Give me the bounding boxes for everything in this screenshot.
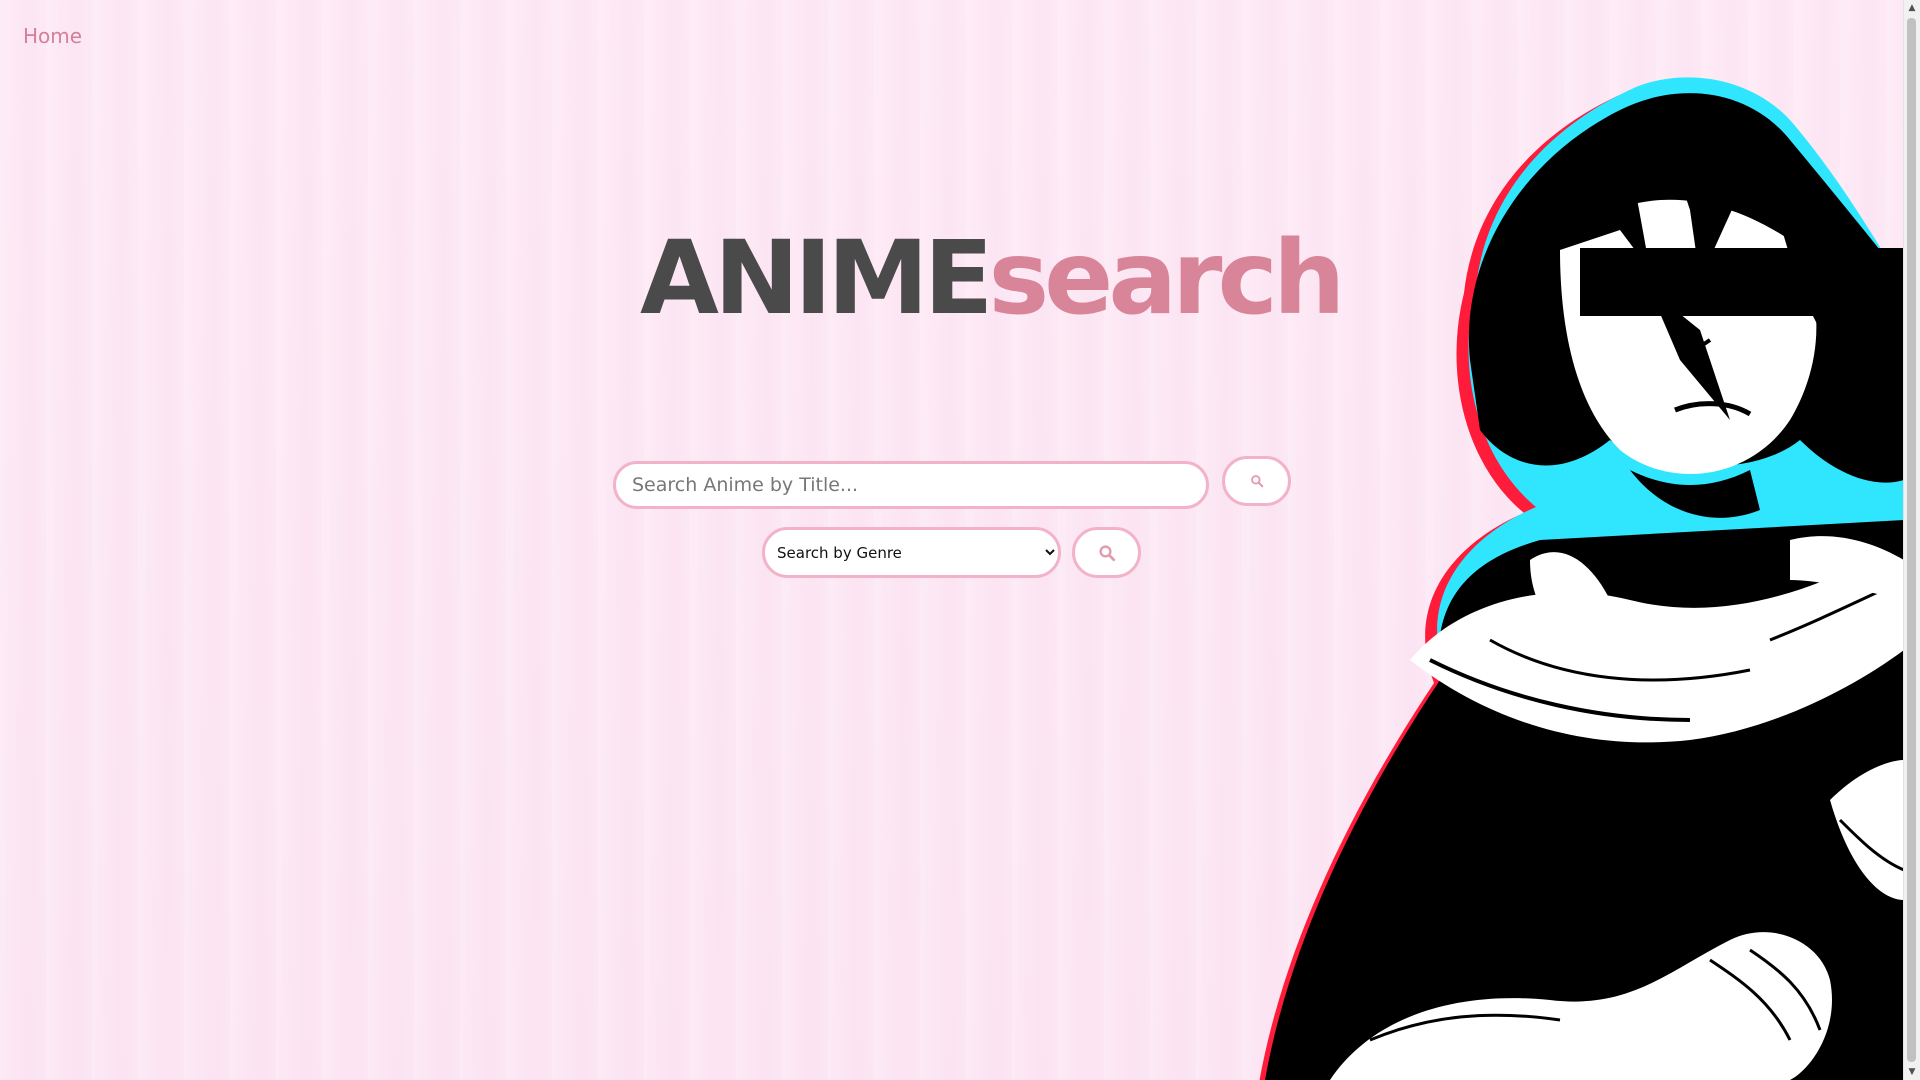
- genre-select[interactable]: Search by Genre: [762, 527, 1061, 578]
- title-search-input[interactable]: [613, 461, 1209, 509]
- vertical-scrollbar[interactable]: ▲ ▼: [1903, 0, 1920, 1080]
- scroll-down-icon[interactable]: ▼: [1904, 1064, 1920, 1080]
- search-icon: [1098, 544, 1115, 561]
- scroll-thumb[interactable]: [1907, 18, 1916, 1062]
- anime-character-illustration: [1259, 77, 1904, 1080]
- nav-home-link[interactable]: Home: [23, 24, 82, 48]
- genre-search-button[interactable]: [1072, 527, 1141, 578]
- scroll-up-icon[interactable]: ▲: [1904, 0, 1920, 16]
- logo-anime-text: ANIME: [640, 219, 993, 338]
